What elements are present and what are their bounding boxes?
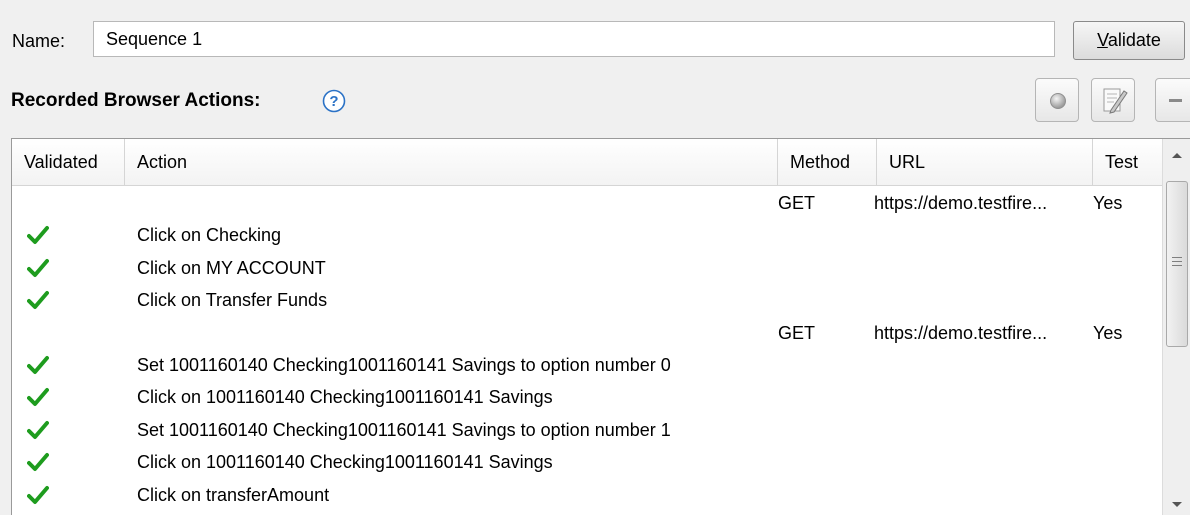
url-cell: https://demo.testfire... <box>874 322 1048 343</box>
column-header-method[interactable]: Method <box>778 139 877 185</box>
scroll-down-icon[interactable] <box>1171 501 1183 509</box>
validate-label: alidate <box>1107 30 1161 50</box>
scroll-up-icon[interactable] <box>1171 151 1183 159</box>
recorded-actions-title: Recorded Browser Actions: <box>11 90 261 111</box>
action-cell: Click on transferAmount <box>137 484 330 505</box>
column-header-url[interactable]: URL <box>877 139 1093 185</box>
table-row[interactable]: Click on MY ACCOUNT <box>12 252 1162 284</box>
table-row[interactable]: Click on Checking <box>12 219 1162 251</box>
edit-icon <box>1103 88 1128 114</box>
action-cell: Set 1001160140 Checking1001160141 Saving… <box>137 419 671 440</box>
minus-icon <box>1169 99 1182 102</box>
sequence-name-input[interactable]: Sequence 1 <box>93 21 1055 57</box>
table-row[interactable]: GET https://demo.testfire... Yes <box>12 317 1162 349</box>
column-header-action[interactable]: Action <box>125 139 778 185</box>
vertical-scrollbar[interactable] <box>1162 139 1190 515</box>
action-cell: Click on MY ACCOUNT <box>137 257 326 278</box>
column-header-validated[interactable]: Validated <box>12 139 125 185</box>
checkmark-icon <box>27 291 49 310</box>
test-cell: Yes <box>1093 322 1123 343</box>
svg-text:?: ? <box>329 93 338 110</box>
record-button[interactable] <box>1035 78 1079 122</box>
test-cell: Yes <box>1093 193 1123 213</box>
help-icon[interactable]: ? <box>322 89 346 113</box>
checkmark-icon <box>27 453 49 472</box>
table-row[interactable]: Click on Transfer Funds <box>12 284 1162 316</box>
actions-table: Validated Action Method URL Test GET http… <box>11 138 1190 515</box>
validate-button[interactable]: Validate <box>1073 21 1185 60</box>
method-cell: GET <box>778 322 816 343</box>
table-row[interactable]: Click on 1001160140 Checking1001160141 S… <box>12 446 1162 478</box>
action-cell: Click on Transfer Funds <box>137 290 328 311</box>
table-row[interactable]: Set 1001160140 Checking1001160141 Saving… <box>12 414 1162 446</box>
checkmark-icon <box>27 420 49 439</box>
remove-button[interactable] <box>1155 78 1190 122</box>
table-row[interactable]: GET https://demo.testfire... Yes <box>12 187 1162 219</box>
table-row[interactable]: Set 1001160140 Checking1001160141 Saving… <box>12 349 1162 381</box>
checkmark-icon <box>27 226 49 245</box>
name-label: Name: <box>12 31 66 51</box>
edit-button[interactable] <box>1091 78 1135 122</box>
table-header: Validated Action Method URL Test <box>12 139 1162 186</box>
checkmark-icon <box>27 356 49 374</box>
action-cell: Click on 1001160140 Checking1001160141 S… <box>137 452 553 473</box>
table-row[interactable]: Click on transferAmount <box>12 479 1162 511</box>
record-icon <box>1050 93 1066 109</box>
scrollbar-thumb[interactable] <box>1166 181 1188 347</box>
column-header-test[interactable]: Test <box>1093 139 1162 185</box>
checkmark-icon <box>27 258 49 277</box>
validate-accelerator: V <box>1097 30 1108 50</box>
method-cell: GET <box>778 193 816 213</box>
checkmark-icon <box>27 485 49 504</box>
url-cell: https://demo.testfire... <box>874 193 1048 213</box>
table-row[interactable]: Click on 1001160140 Checking1001160141 S… <box>12 381 1162 413</box>
action-cell: Click on Checking <box>137 225 282 246</box>
action-cell: Click on 1001160140 Checking1001160141 S… <box>137 387 553 408</box>
action-cell: Set 1001160140 Checking1001160141 Saving… <box>137 355 671 375</box>
checkmark-icon <box>27 388 49 407</box>
